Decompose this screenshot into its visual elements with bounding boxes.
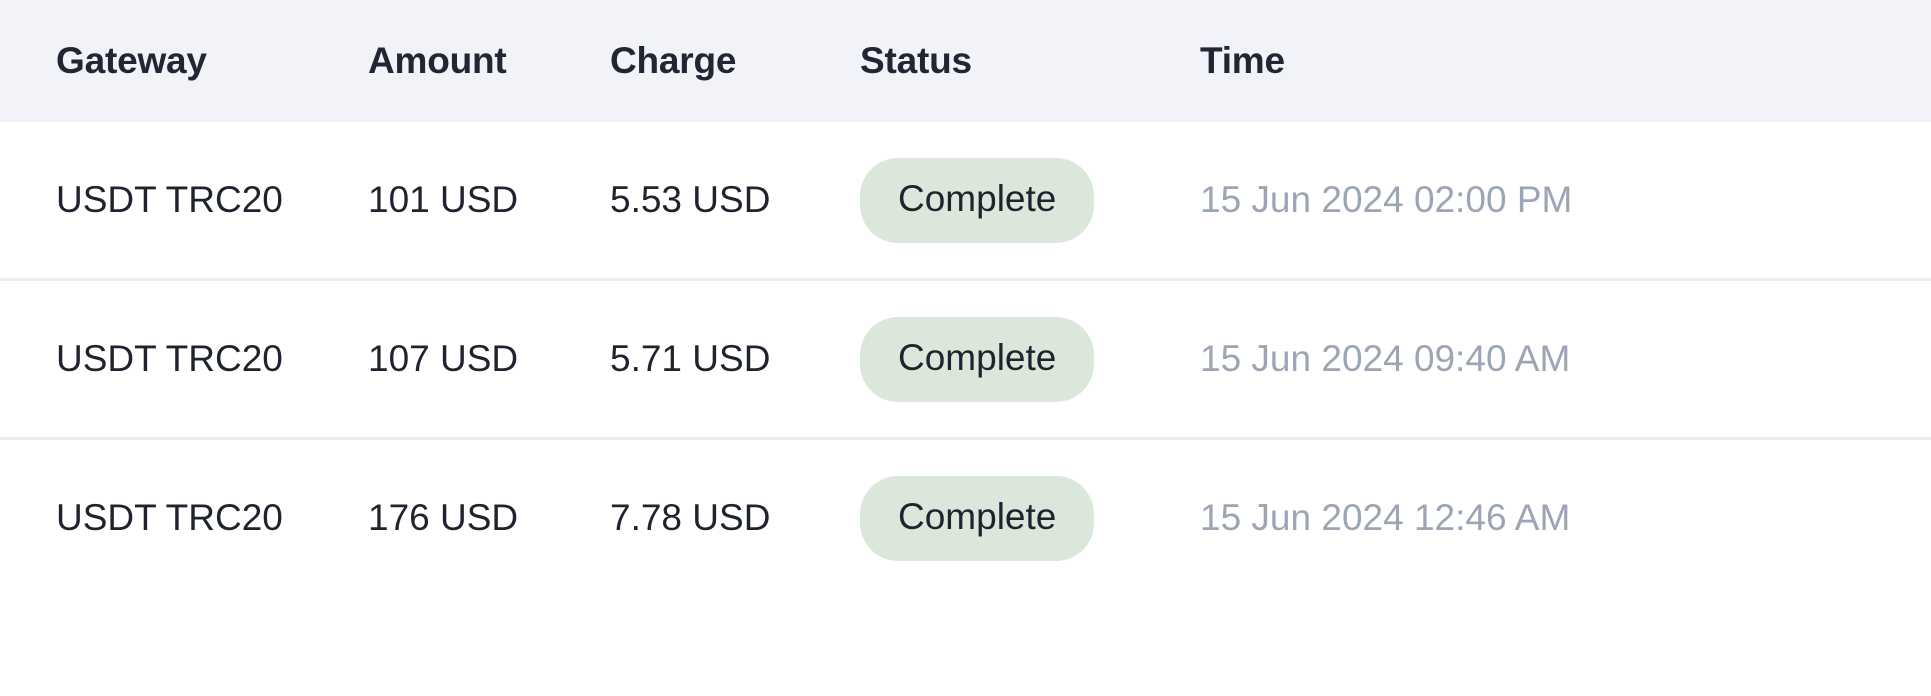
cell-time: 15 Jun 2024 09:40 AM [1188, 278, 1931, 439]
cell-gateway: USDT TRC20 [0, 278, 356, 439]
table-row[interactable]: USDT TRC20 101 USD 5.53 USD Complete 15 … [0, 122, 1931, 280]
table-body: USDT TRC20 101 USD 5.53 USD Complete 15 … [0, 122, 1931, 596]
cell-amount: 176 USD [356, 437, 598, 596]
table-row[interactable]: USDT TRC20 176 USD 7.78 USD Complete 15 … [0, 437, 1931, 596]
status-badge: Complete [860, 157, 1095, 243]
cell-status: Complete [848, 122, 1188, 280]
column-header-status[interactable]: Status [848, 0, 1188, 122]
cell-time: 15 Jun 2024 12:46 AM [1188, 437, 1931, 596]
column-header-time[interactable]: Time [1188, 0, 1931, 122]
table-row[interactable]: USDT TRC20 107 USD 5.71 USD Complete 15 … [0, 278, 1931, 439]
cell-charge: 5.71 USD [598, 278, 848, 439]
transactions-table: Gateway Amount Charge Status Time USDT T… [0, 0, 1931, 596]
status-badge: Complete [860, 475, 1095, 561]
column-header-charge[interactable]: Charge [598, 0, 848, 122]
cell-amount: 107 USD [356, 278, 598, 439]
table-header: Gateway Amount Charge Status Time [0, 0, 1931, 122]
cell-status: Complete [848, 278, 1188, 439]
timestamp: 15 Jun 2024 09:40 AM [1200, 338, 1571, 379]
timestamp: 15 Jun 2024 12:46 AM [1200, 497, 1571, 538]
timestamp: 15 Jun 2024 02:00 PM [1200, 179, 1573, 220]
cell-time: 15 Jun 2024 02:00 PM [1188, 122, 1931, 280]
column-header-amount[interactable]: Amount [356, 0, 598, 122]
cell-charge: 5.53 USD [610, 179, 771, 220]
column-header-gateway[interactable]: Gateway [0, 0, 356, 122]
cell-gateway: USDT TRC20 [0, 437, 356, 596]
status-badge: Complete [860, 316, 1095, 402]
cell-amount: 101 USD [368, 179, 519, 220]
cell-gateway: USDT TRC20 [56, 179, 283, 220]
cell-charge: 7.78 USD [598, 437, 848, 596]
table-header-row: Gateway Amount Charge Status Time [0, 0, 1931, 122]
cell-status: Complete [848, 437, 1188, 596]
